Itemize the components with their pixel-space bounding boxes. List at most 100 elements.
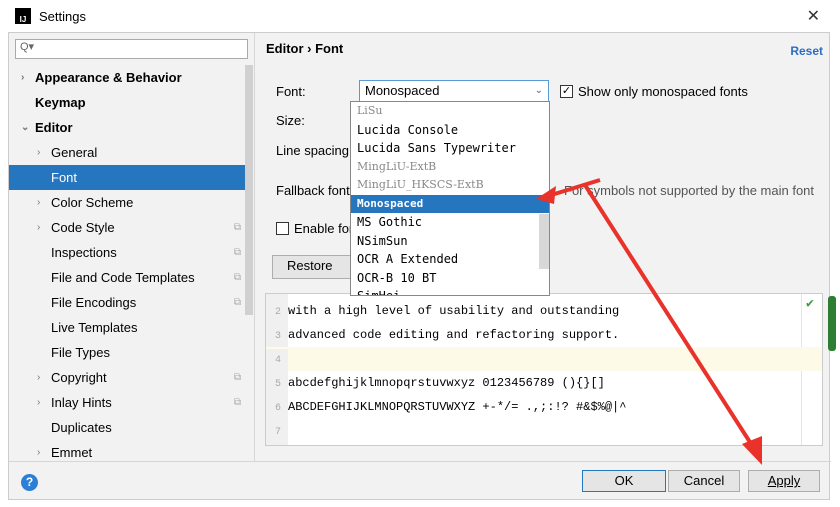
- font-option[interactable]: LiSu: [351, 102, 549, 121]
- font-option[interactable]: MingLiU-ExtB: [351, 158, 549, 177]
- chevron-right-icon[interactable]: ›: [37, 365, 40, 390]
- sidebar-item[interactable]: › Appearance & Behavior: [9, 65, 245, 90]
- project-scope-icon: ⧉: [233, 372, 241, 383]
- line-number: 6: [266, 397, 288, 421]
- sidebar-item[interactable]: Keymap: [9, 90, 245, 115]
- font-option[interactable]: NSimSun: [351, 232, 549, 251]
- line-number: 3: [266, 325, 288, 349]
- sidebar-item[interactable]: Font: [9, 165, 245, 190]
- sidebar-item-label: Inspections: [51, 245, 117, 260]
- sidebar-item[interactable]: › Code Style ⧉: [9, 215, 245, 240]
- font-option[interactable]: OCR-B 10 BT: [351, 269, 549, 288]
- chevron-right-icon[interactable]: ›: [37, 140, 40, 165]
- sidebar-item[interactable]: Inspections ⧉: [9, 240, 245, 265]
- settings-tree: › Appearance & Behavior Keymap ⌄ Editor › Gene…: [9, 65, 245, 465]
- sidebar-item-label: Keymap: [35, 95, 86, 110]
- sidebar-item-label: File Encodings: [51, 295, 137, 310]
- font-option[interactable]: MS Gothic: [351, 213, 549, 232]
- font-option[interactable]: Lucida Console: [351, 121, 549, 140]
- app-logo-icon: IJ: [15, 8, 31, 24]
- sidebar-item-label: General: [51, 145, 98, 160]
- sidebar-item[interactable]: File Encodings ⧉: [9, 290, 245, 315]
- inspection-ok-icon: ✔: [806, 296, 814, 311]
- project-scope-icon: ⧉: [233, 297, 241, 308]
- sidebar-item[interactable]: › Color Scheme: [9, 190, 245, 215]
- project-scope-icon: ⧉: [233, 272, 241, 283]
- sidebar-item[interactable]: › Inlay Hints ⧉: [9, 390, 245, 415]
- fallback-note: For symbols not supported by the main fo…: [564, 183, 815, 198]
- line-number: 4: [266, 349, 288, 373]
- ligatures-checkbox[interactable]: Enable font: [276, 221, 360, 236]
- checkbox-icon: [276, 222, 289, 235]
- cancel-button[interactable]: Cancel: [668, 470, 740, 492]
- sidebar-item-label: Color Scheme: [51, 195, 134, 210]
- checkbox-label: Show only monospaced fonts: [578, 84, 748, 99]
- line-number: 5: [266, 373, 288, 397]
- chevron-right-icon[interactable]: ›: [37, 190, 40, 215]
- sidebar-item[interactable]: File and Code Templates ⧉: [9, 265, 245, 290]
- sidebar-item-label: Inlay Hints: [51, 395, 112, 410]
- project-scope-icon: ⧉: [233, 222, 241, 233]
- line-text: advanced code editing and refactoring su…: [288, 328, 620, 342]
- sidebar-item-label: Live Templates: [51, 320, 138, 335]
- fallback-font-label: Fallback font:: [276, 183, 354, 198]
- line-number: 7: [266, 421, 288, 445]
- chevron-right-icon[interactable]: ›: [21, 65, 24, 90]
- restore-defaults-button[interactable]: Restore Defa: [272, 255, 362, 279]
- font-select-value: Monospaced: [365, 83, 440, 98]
- editor-line: 6 ABCDEFGHIJKLMNOPQRSTUVWXYZ +-*/= .,;:!?…: [266, 395, 822, 421]
- sidebar-item-label: Font: [51, 170, 78, 185]
- editor-scrollbar[interactable]: [828, 296, 836, 351]
- dropdown-scrollbar[interactable]: [539, 214, 549, 269]
- sidebar-item[interactable]: › General: [9, 140, 245, 165]
- line-text: ABCDEFGHIJKLMNOPQRSTUVWXYZ +-*/= .,;:!? …: [288, 400, 627, 414]
- font-option[interactable]: Lucida Sans Typewriter: [351, 139, 549, 158]
- project-scope-icon: ⧉: [233, 397, 241, 408]
- reset-link[interactable]: Reset: [790, 44, 823, 58]
- apply-button[interactable]: Apply: [748, 470, 820, 492]
- editor-line: 5 abcdefghijklmnopqrstuvwxyz 0123456789 (…: [266, 371, 822, 397]
- editor-line: 3 advanced code editing and refactoring s…: [266, 323, 822, 349]
- font-label: Font:: [276, 84, 306, 99]
- checkbox-checked-icon: ✓: [560, 85, 573, 98]
- sidebar-item[interactable]: Duplicates: [9, 415, 245, 440]
- sidebar-scrollbar[interactable]: [245, 65, 253, 315]
- sidebar: Q▾ › Appearance & Behavior Keymap ⌄ Editor › G…: [9, 33, 255, 461]
- title-bar: IJ Settings ✕: [0, 0, 840, 32]
- line-text: with a high level of usability and outst…: [288, 304, 620, 318]
- editor-line: 7: [266, 419, 822, 445]
- breadcrumb: Editor › Font: [266, 41, 344, 56]
- font-option[interactable]: SimHei: [351, 287, 549, 295]
- sidebar-item[interactable]: › Copyright ⧉: [9, 365, 245, 390]
- size-label: Size:: [276, 113, 305, 128]
- chevron-down-icon[interactable]: ⌄: [21, 115, 29, 140]
- sidebar-item-label: Copyright: [51, 370, 107, 385]
- sidebar-item-label: Code Style: [51, 220, 115, 235]
- ok-button[interactable]: OK: [582, 470, 666, 492]
- sidebar-item-label: Duplicates: [51, 420, 112, 435]
- font-dropdown-list[interactable]: LiSu Lucida Console Lucida Sans Typewriter…: [350, 101, 550, 296]
- chevron-right-icon[interactable]: ›: [37, 215, 40, 240]
- sidebar-item[interactable]: ⌄ Editor: [9, 115, 245, 140]
- sidebar-item-label: File and Code Templates: [51, 270, 195, 285]
- sidebar-item[interactable]: File Types: [9, 340, 245, 365]
- editor-line: 4: [266, 347, 822, 373]
- sidebar-item[interactable]: Live Templates: [9, 315, 245, 340]
- show-monospaced-checkbox[interactable]: ✓ Show only monospaced fonts: [560, 84, 748, 99]
- line-spacing-label: Line spacing:: [276, 143, 353, 158]
- line-number: 2: [266, 301, 288, 325]
- sidebar-item-label: Appearance & Behavior: [35, 70, 182, 85]
- font-option[interactable]: OCR A Extended: [351, 250, 549, 269]
- close-icon[interactable]: ✕: [807, 6, 820, 26]
- font-option[interactable]: Monospaced: [351, 194, 549, 213]
- help-icon[interactable]: ?: [21, 474, 38, 491]
- dialog-footer: ? OK Cancel Apply: [9, 461, 831, 501]
- font-select[interactable]: Monospaced ⌄: [359, 80, 549, 102]
- sidebar-item-label: File Types: [51, 345, 111, 360]
- chevron-right-icon[interactable]: ›: [37, 390, 40, 415]
- line-text: abcdefghijklmnopqrstuvwxyz 0123456789 ()…: [288, 376, 605, 390]
- search-input[interactable]: Q▾: [15, 39, 248, 59]
- sidebar-item-label: Editor: [35, 120, 73, 135]
- font-preview-editor[interactable]: 2 with a high level of usability and outs…: [265, 293, 823, 446]
- font-option[interactable]: MingLiU_HKSCS-ExtB: [351, 176, 549, 195]
